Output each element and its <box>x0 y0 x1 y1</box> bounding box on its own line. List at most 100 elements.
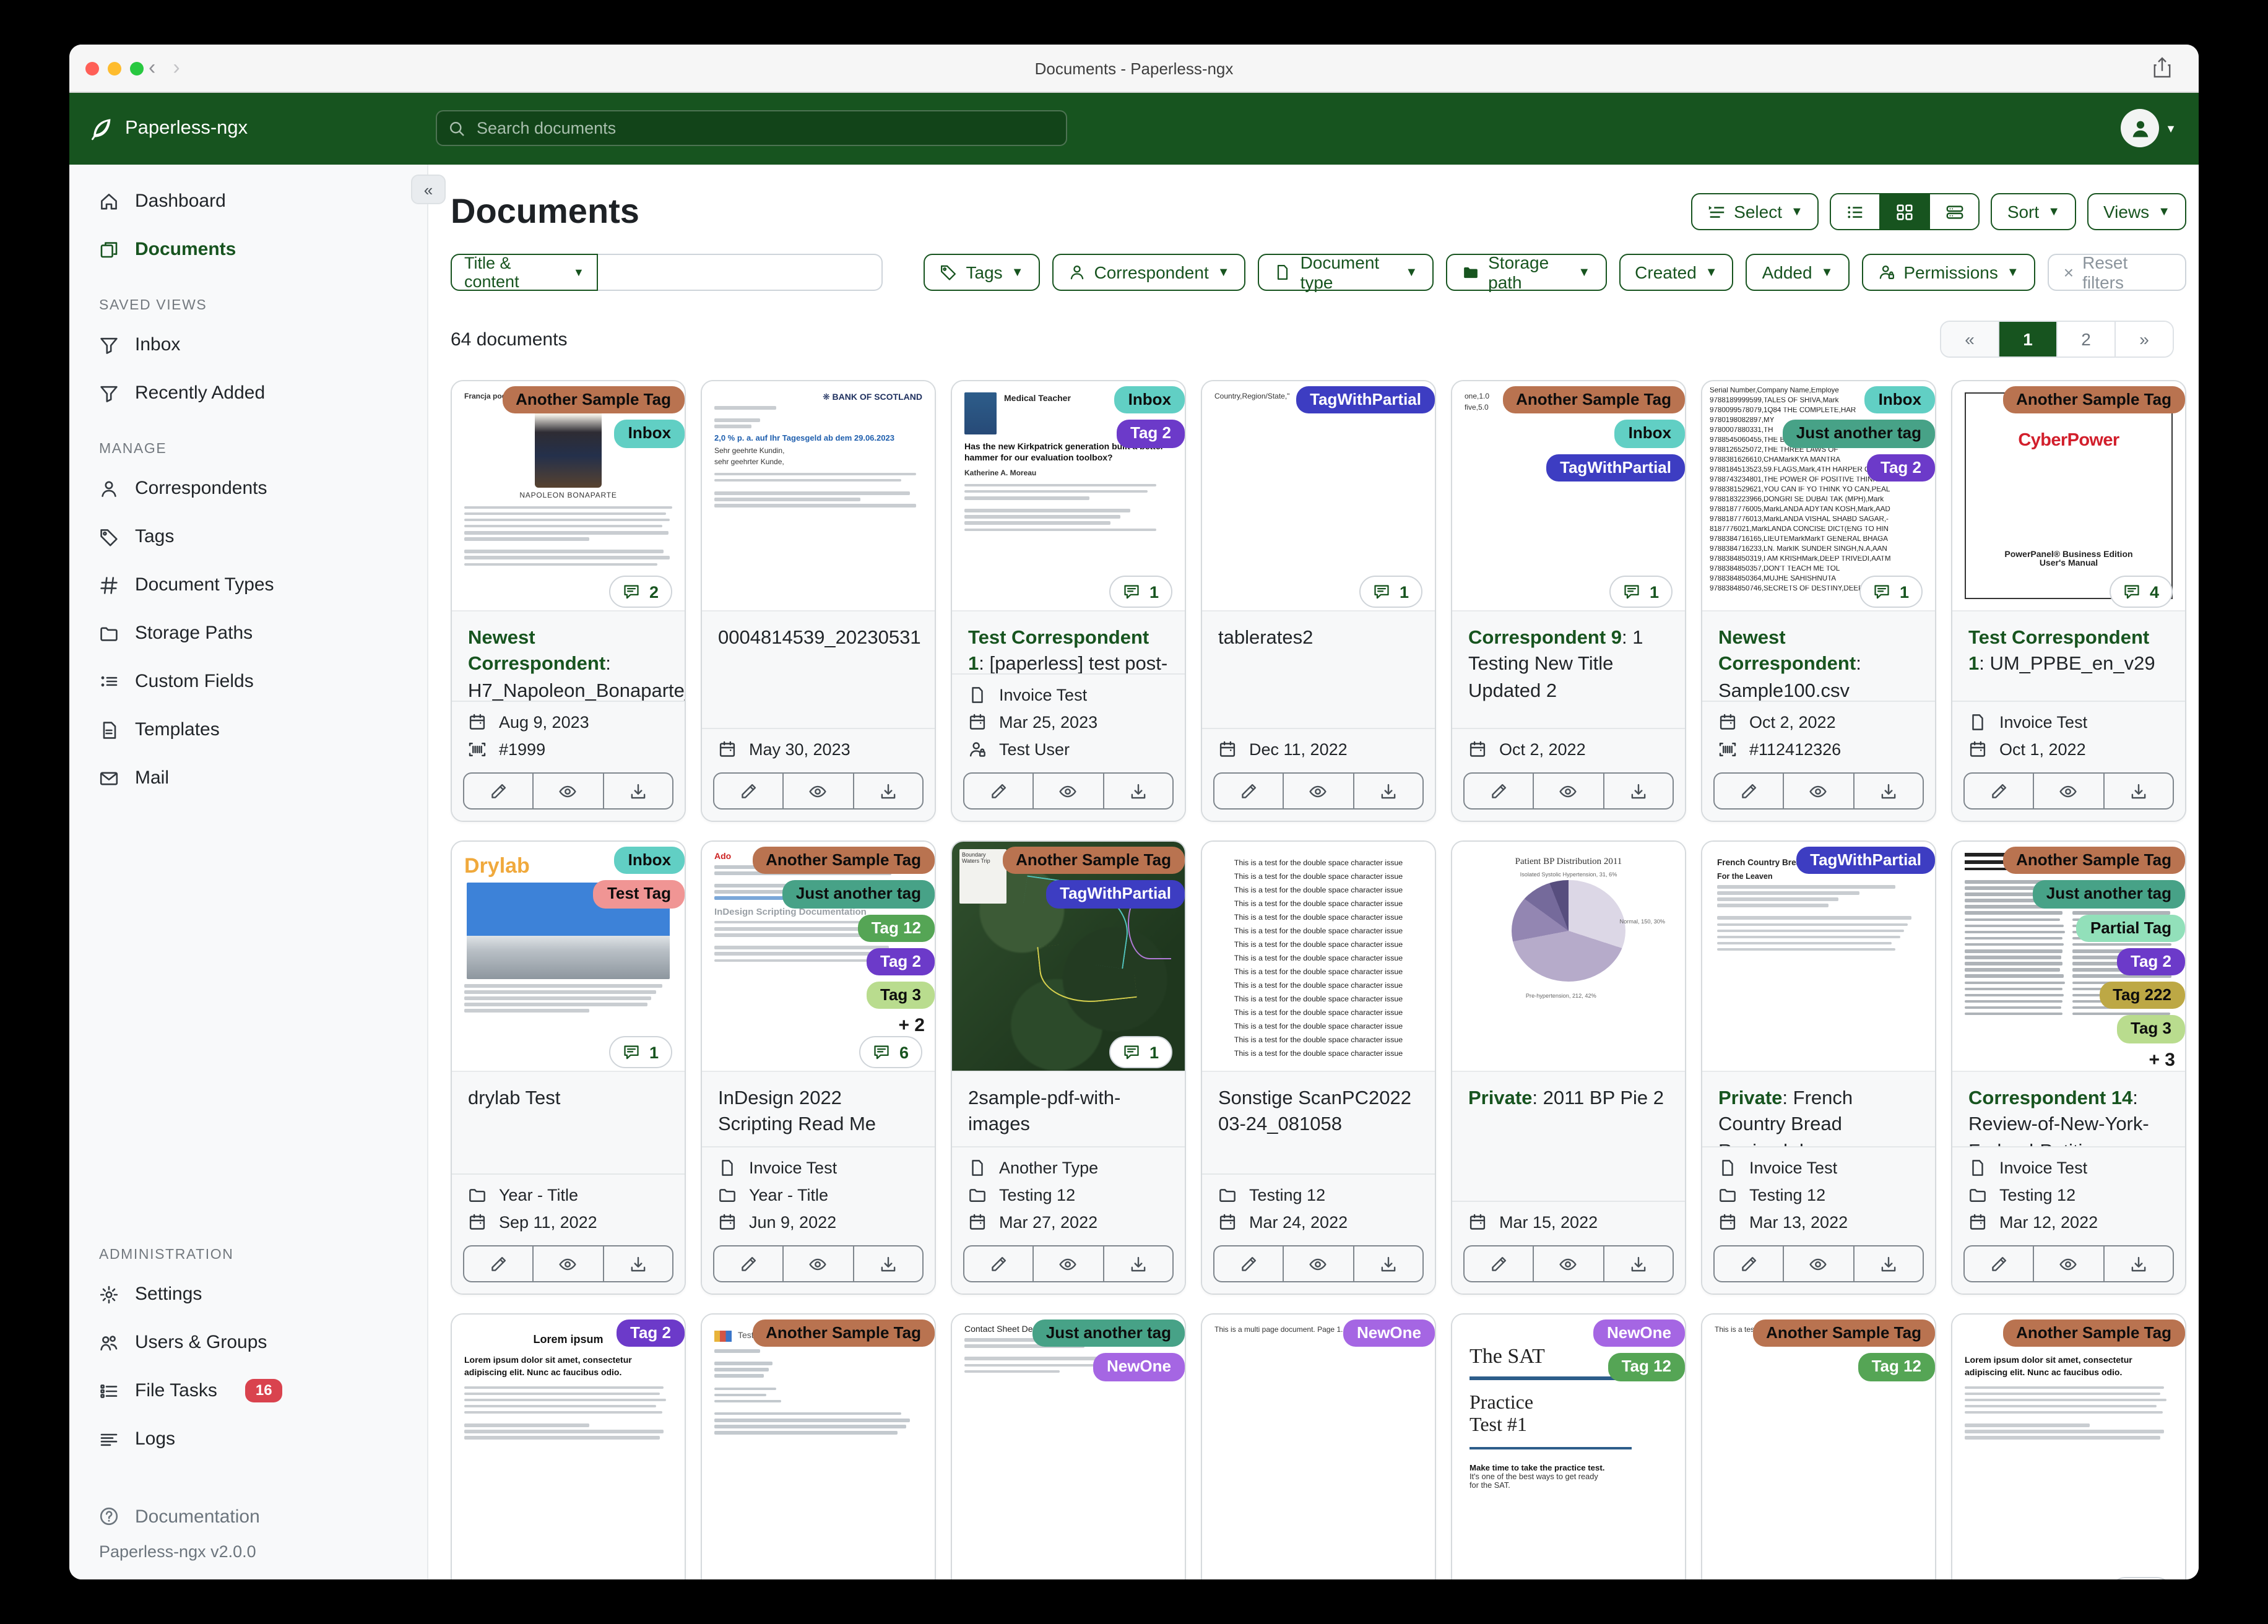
download-button[interactable] <box>1353 1246 1422 1281</box>
document-card[interactable]: The SAT Practice Test #1 Make time to take … <box>1451 1313 1686 1579</box>
download-button[interactable] <box>1603 774 1673 808</box>
view-list-button[interactable] <box>1831 194 1880 229</box>
document-card[interactable]: Test NameAnother Sample Tag <box>701 1313 936 1579</box>
tag-badge[interactable]: Tag 2 <box>617 1320 685 1347</box>
tag-badge[interactable]: Another Sample Tag <box>2002 386 2185 414</box>
tag-badge[interactable]: Inbox <box>1114 386 1185 414</box>
document-thumbnail[interactable]: Patient BP Distribution 2011 Isolated Sys… <box>1452 842 1685 1071</box>
tag-badge[interactable]: TagWithPartial <box>1546 454 1685 482</box>
sort-button[interactable]: Sort ▼ <box>1991 193 2076 230</box>
share-icon[interactable] <box>2153 57 2171 84</box>
edit-button[interactable] <box>714 774 783 808</box>
document-card[interactable]: one,1.0 five,5.0 Another Sample Tag Inbox Ta… <box>1451 380 1686 822</box>
document-card[interactable]: Lorem ipsumLorem ipsum dolor sit amet, c… <box>451 1313 686 1579</box>
document-thumbnail[interactable]: Another Sample Tag Just another tag Partia… <box>1952 842 2185 1071</box>
document-card[interactable]: Drylab Inbox Test Tag 1 drylab Test Year - Ti… <box>451 840 686 1295</box>
tag-badge[interactable]: Another Sample Tag <box>1002 847 1185 875</box>
download-button[interactable] <box>2103 1246 2173 1281</box>
document-title[interactable]: tablerates2 <box>1202 611 1435 659</box>
tag-badge[interactable]: Another Sample Tag <box>2002 1320 2185 1347</box>
document-thumbnail[interactable]: Ado InDesign Scripting Documentation Anoth… <box>702 842 935 1071</box>
tag-badge[interactable]: TagWithPartial <box>1796 847 1935 875</box>
document-card[interactable]: CyberPower PowerPanel® Business Edition Us… <box>1951 380 2186 822</box>
document-thumbnail[interactable]: This is a test Another Sample Tag Tag 12 <box>1702 1315 1935 1579</box>
select-button[interactable]: Select ▼ <box>1690 193 1819 230</box>
document-card[interactable]: Boundary Waters Trip Another Sample Tag Ta… <box>951 840 1186 1295</box>
view-grid-button[interactable] <box>1879 194 1929 229</box>
document-card[interactable]: Contact Sheet Demo Just another tag NewOne <box>951 1313 1186 1579</box>
document-card[interactable]: French Country Bread For the Leaven TagWit… <box>1701 840 1936 1295</box>
download-button[interactable] <box>1353 774 1422 808</box>
tag-badge[interactable]: Tag 12 <box>1858 1353 1935 1381</box>
filter-tags-button[interactable]: Tags ▼ <box>924 254 1040 291</box>
sidebar-item-tags[interactable]: Tags <box>69 512 427 561</box>
document-thumbnail[interactable]: This is a test for the double space char… <box>1202 842 1435 1071</box>
tag-badge[interactable]: NewOne <box>1093 1353 1185 1381</box>
sidebar-item-dashboard[interactable]: Dashboard <box>69 177 427 225</box>
comment-count-pill[interactable]: 1 <box>1359 576 1422 608</box>
tag-badge[interactable]: Another Sample Tag <box>2002 847 2185 875</box>
tag-badge[interactable]: Inbox <box>614 420 685 447</box>
document-title[interactable]: Test Correspondent 1: [paperless] test p… <box>952 611 1185 673</box>
document-title[interactable]: Test Correspondent 1: UM_PPBE_en_v29 <box>1952 611 2185 686</box>
download-button[interactable] <box>852 1246 922 1281</box>
comment-count-pill[interactable]: 1 <box>1609 576 1673 608</box>
filter-document-type-button[interactable]: Document type ▼ <box>1258 253 1434 292</box>
app-brand[interactable]: Paperless-ngx <box>89 117 248 140</box>
user-menu[interactable]: ▼ <box>2121 109 2176 147</box>
sidebar-item-logs[interactable]: Logs <box>69 1415 427 1463</box>
filter-added-button[interactable]: Added ▼ <box>1746 254 1850 291</box>
document-title[interactable]: Correspondent 9: 1 Testing New Title Upd… <box>1452 611 1685 712</box>
document-thumbnail[interactable]: Contact Sheet Demo Just another tag NewOne <box>952 1315 1185 1579</box>
document-thumbnail[interactable]: Country,Region/State," TagWithPartial 1 <box>1202 381 1435 610</box>
edit-button[interactable] <box>714 1246 783 1281</box>
document-card[interactable]: This is a test for the double space char… <box>1201 840 1436 1295</box>
document-title[interactable]: drylab Test <box>452 1072 685 1120</box>
edit-button[interactable] <box>1965 774 2033 808</box>
tag-badge[interactable]: Tag 2 <box>1117 420 1185 447</box>
tag-badge[interactable]: Partial Tag <box>2076 914 2185 942</box>
document-thumbnail[interactable]: Boundary Waters Trip Another Sample Tag Ta… <box>952 842 1185 1071</box>
download-button[interactable] <box>1102 1246 1172 1281</box>
tag-badge[interactable]: Another Sample Tag <box>752 1320 935 1347</box>
document-card[interactable]: Francja pod rz NAPOLEON BONAPARTE Another … <box>451 380 686 822</box>
document-thumbnail[interactable]: one,1.0 five,5.0 Another Sample Tag Inbox Ta… <box>1452 381 1685 610</box>
filter-created-button[interactable]: Created ▼ <box>1619 254 1734 291</box>
document-card[interactable]: Lorem ipsumLorem ipsum dolor sit amet, c… <box>1951 1313 2186 1579</box>
sidebar-item-templates[interactable]: Templates <box>69 706 427 754</box>
download-button[interactable] <box>1102 774 1172 808</box>
comment-count-pill[interactable]: 2 <box>609 576 672 608</box>
tag-badge[interactable]: Inbox <box>614 847 685 875</box>
sidebar-collapse-button[interactable]: « <box>411 175 446 204</box>
document-title[interactable]: InDesign 2022 Scripting Read Me <box>702 1072 935 1146</box>
tag-badge[interactable]: Tag 2 <box>1867 454 1935 482</box>
document-card[interactable]: ❋ BANK OF SCOTLAND 2,0 % p. a. auf Ihr Ta… <box>701 380 936 822</box>
document-title[interactable]: 2sample-pdf-with-images <box>952 1072 1185 1146</box>
document-thumbnail[interactable]: Lorem ipsumLorem ipsum dolor sit amet, c… <box>1952 1315 2185 1579</box>
comment-count-pill[interactable]: 1 <box>1859 576 1923 608</box>
document-card[interactable]: Serial Number,Company Name,Employe 978818… <box>1701 380 1936 822</box>
download-button[interactable] <box>1853 1246 1923 1281</box>
edit-button[interactable] <box>1715 1246 1783 1281</box>
edit-button[interactable] <box>1214 774 1283 808</box>
sidebar-item-documentation[interactable]: Documentation <box>69 1495 427 1537</box>
sidebar-item-document-types[interactable]: Document Types <box>69 561 427 609</box>
document-thumbnail[interactable]: Lorem ipsumLorem ipsum dolor sit amet, c… <box>452 1315 685 1579</box>
document-thumbnail[interactable]: This is a multi page document. Page 1. Ne… <box>1202 1315 1435 1579</box>
tag-badge[interactable]: Tag 12 <box>857 914 935 942</box>
sidebar-item-recently-added[interactable]: Recently Added <box>69 369 427 417</box>
edit-button[interactable] <box>964 1246 1033 1281</box>
document-card[interactable]: Country,Region/State," TagWithPartial 1 tab… <box>1201 380 1436 822</box>
download-button[interactable] <box>602 774 672 808</box>
sidebar-item-custom-fields[interactable]: Custom Fields <box>69 657 427 706</box>
page-button-«[interactable]: « <box>1941 322 1998 356</box>
comment-count-pill[interactable]: 1 <box>1109 1036 1172 1068</box>
document-title[interactable]: Sonstige ScanPC2022 03-24_081058 <box>1202 1072 1435 1146</box>
preview-button[interactable] <box>782 774 853 808</box>
download-button[interactable] <box>852 774 922 808</box>
document-title[interactable]: Private: 2011 BP Pie 2 <box>1452 1072 1685 1120</box>
sidebar-item-documents[interactable]: Documents <box>69 225 427 274</box>
tag-badge[interactable]: Tag 3 <box>867 982 935 1009</box>
document-thumbnail[interactable]: Drylab Inbox Test Tag 1 <box>452 842 685 1071</box>
search-input[interactable] <box>474 118 1055 139</box>
